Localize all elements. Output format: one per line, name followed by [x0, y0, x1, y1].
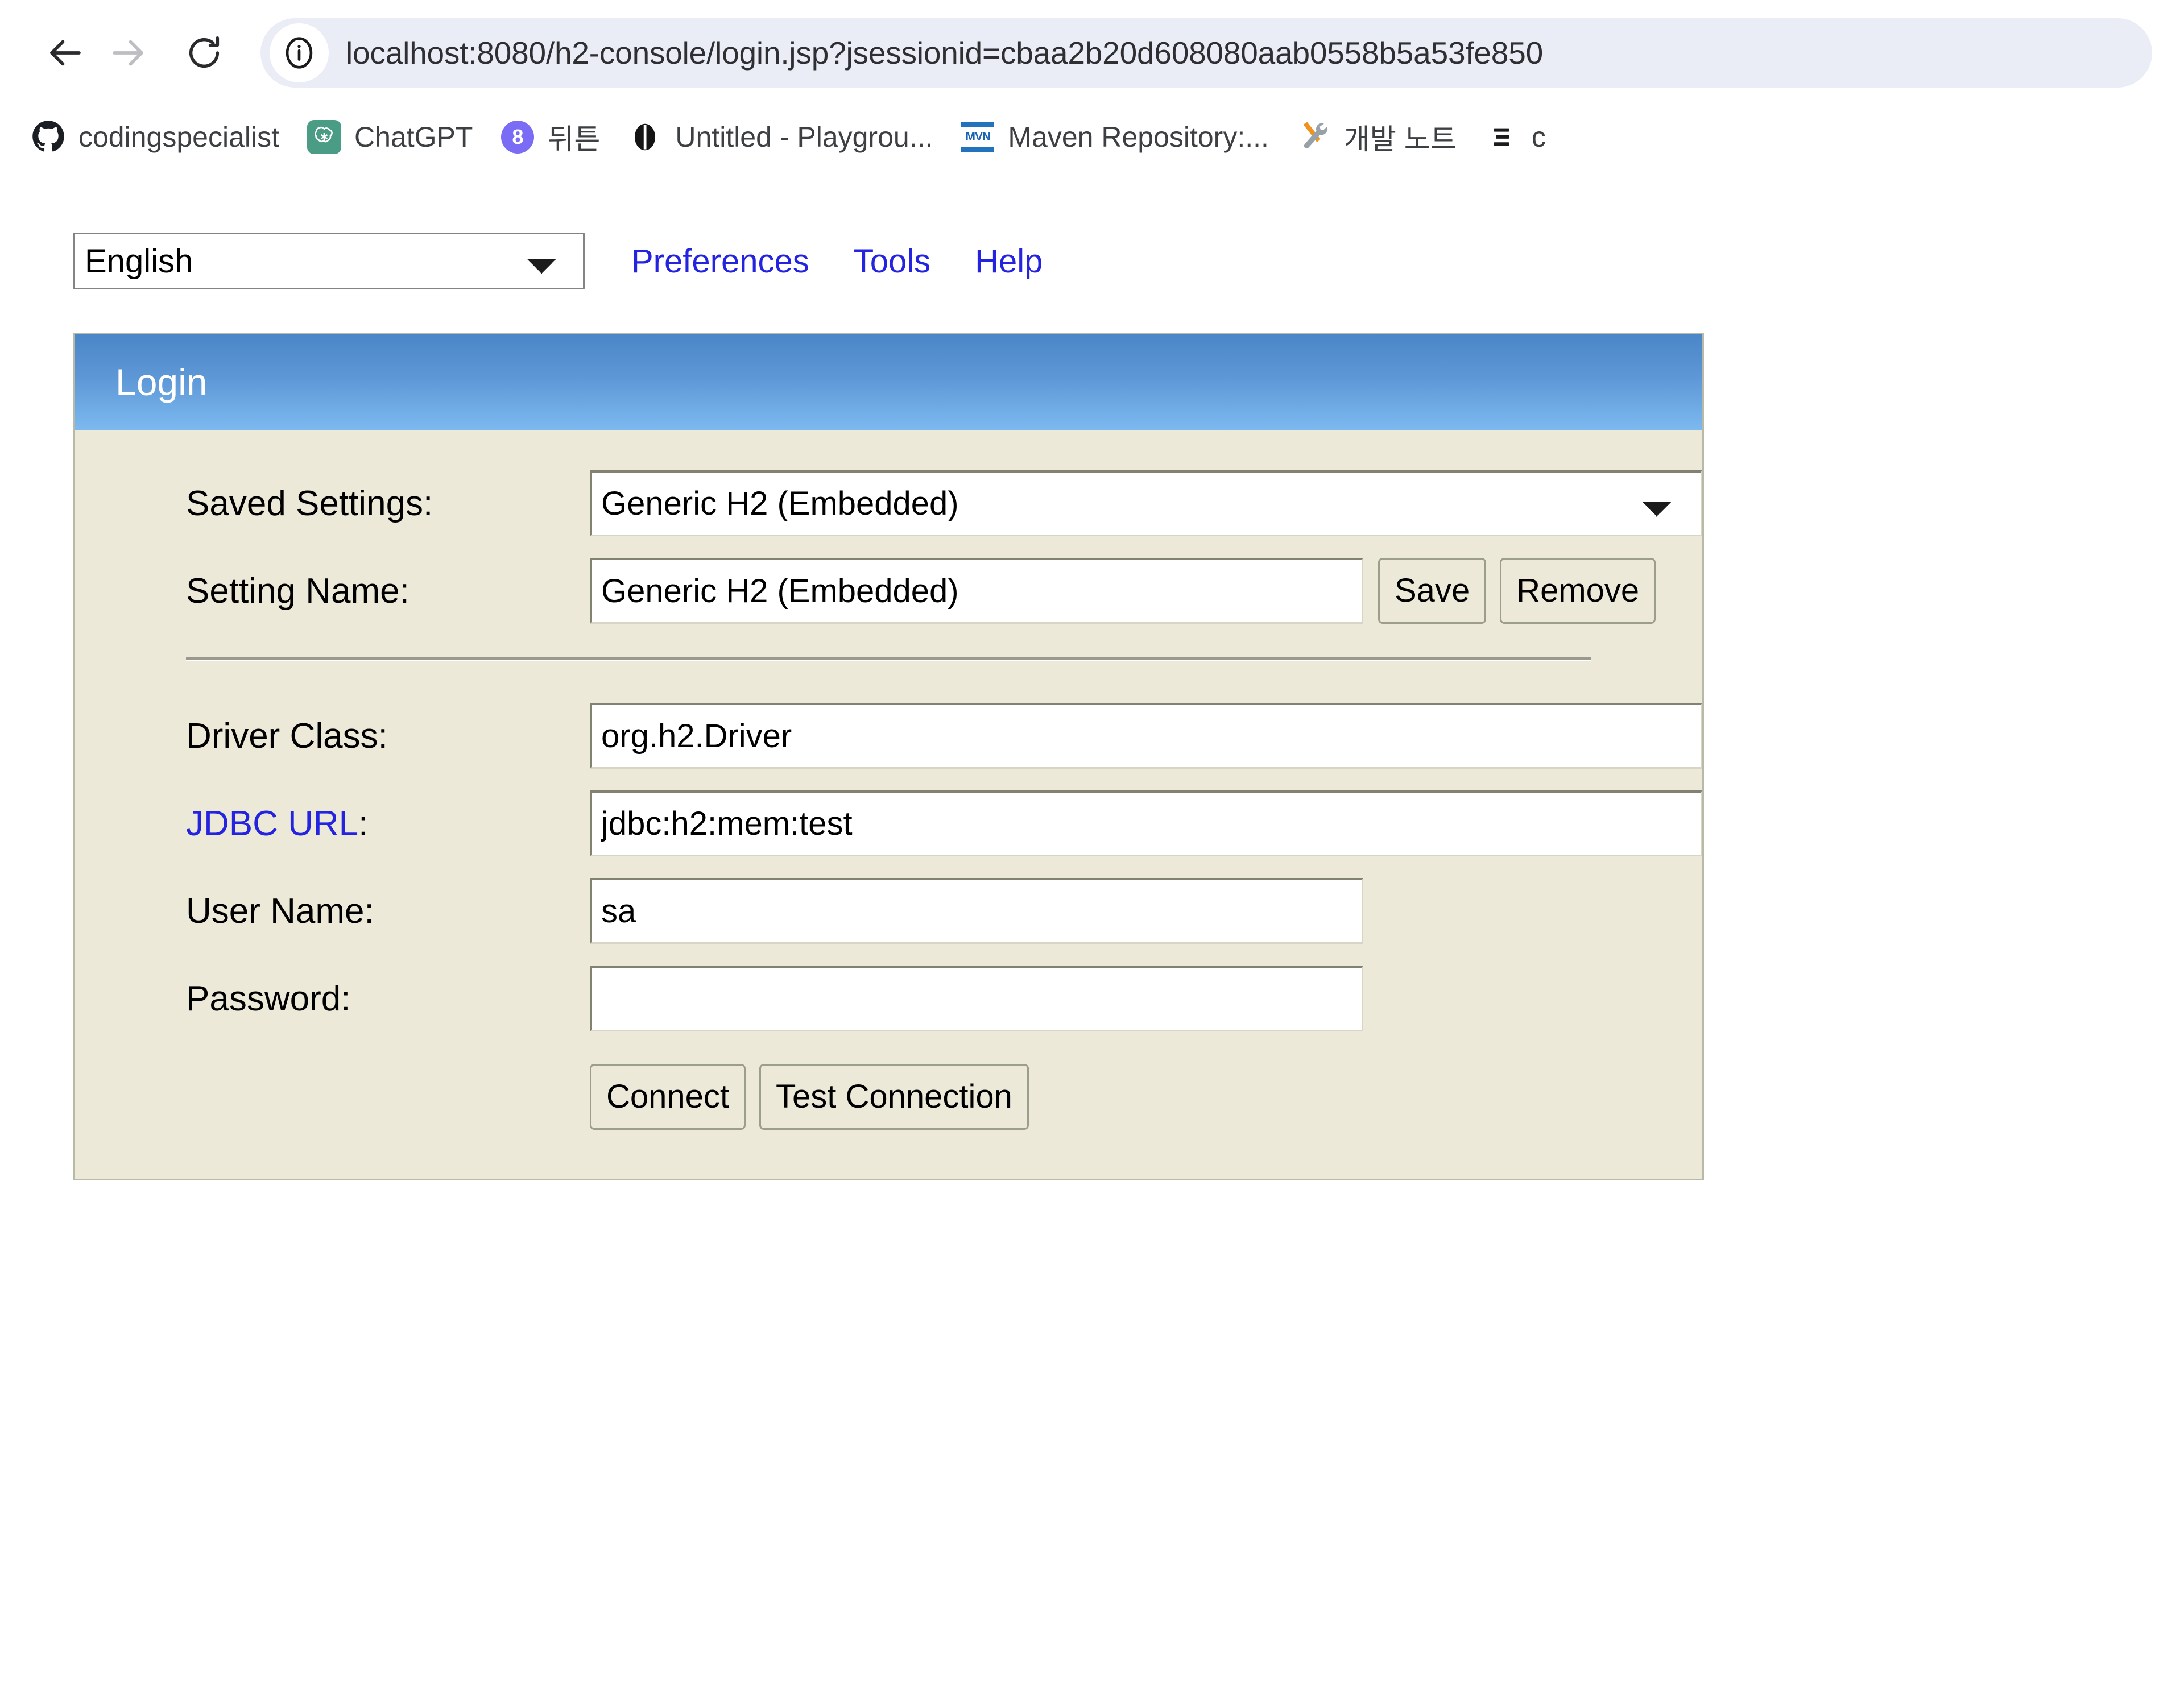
- setting-name-buttons: Save Remove: [1378, 558, 1656, 624]
- bookmark-dev-note[interactable]: 개발 노트: [1283, 112, 1470, 162]
- user-name-input[interactable]: [590, 878, 1363, 944]
- connect-button[interactable]: Connect: [590, 1064, 746, 1130]
- bookmark-label: c: [1531, 121, 1546, 153]
- maven-icon: MVN: [960, 119, 995, 155]
- h2-toolbar: English Preferences Tools Help: [73, 230, 2184, 292]
- reload-icon: [189, 36, 220, 68]
- bookmark-playground[interactable]: Untitled - Playgrou...: [614, 112, 946, 162]
- remove-button[interactable]: Remove: [1500, 558, 1656, 624]
- login-panel-header: Login: [75, 334, 1702, 430]
- bookmark-label: ChatGPT: [354, 121, 473, 153]
- tools-link[interactable]: Tools: [854, 242, 930, 280]
- saved-settings-row: Saved Settings: Generic H2 (Embedded): [75, 470, 1702, 537]
- bookmark-maven[interactable]: MVN Maven Repository:...: [946, 112, 1283, 162]
- h2-nav-links: Preferences Tools Help: [631, 242, 1087, 280]
- setting-name-input[interactable]: [590, 558, 1363, 624]
- bookmark-wrtn[interactable]: 8 뒤튼: [486, 112, 614, 162]
- driver-class-row: Driver Class:: [75, 702, 1702, 769]
- bookmark-chatgpt[interactable]: ChatGPT: [293, 112, 486, 162]
- page-title: Login: [115, 361, 208, 403]
- jdbc-url-row: JDBC URL:: [75, 790, 1702, 857]
- preferences-link[interactable]: Preferences: [631, 242, 809, 280]
- setting-name-row: Setting Name: Save Remove: [75, 557, 1702, 624]
- browser-toolbar: localhost:8080/h2-console/login.jsp?jses…: [0, 0, 2184, 105]
- login-form: Saved Settings: Generic H2 (Embedded) Se…: [75, 430, 1702, 1179]
- jdbc-url-label: JDBC URL:: [186, 803, 590, 844]
- bookmark-label: Maven Repository:...: [1008, 121, 1269, 153]
- url-text[interactable]: localhost:8080/h2-console/login.jsp?jses…: [346, 35, 1543, 71]
- language-select[interactable]: English: [73, 233, 585, 289]
- site-info-button[interactable]: [270, 23, 329, 82]
- address-bar[interactable]: localhost:8080/h2-console/login.jsp?jses…: [260, 18, 2152, 88]
- bookmarks-bar: codingspecialist ChatGPT 8 뒤튼 Untitled -…: [0, 105, 2184, 169]
- help-link[interactable]: Help: [975, 242, 1043, 280]
- login-panel: Login Saved Settings: Generic H2 (Embedd…: [73, 333, 1704, 1180]
- jdbc-url-label-suffix: :: [358, 803, 369, 843]
- jdbc-url-help-link[interactable]: JDBC URL: [186, 804, 358, 843]
- password-input[interactable]: [590, 966, 1363, 1031]
- form-divider: [186, 657, 1591, 661]
- forward-arrow-icon: [113, 40, 143, 65]
- jdbc-url-input[interactable]: [590, 790, 1702, 856]
- saved-settings-label: Saved Settings:: [186, 483, 433, 523]
- driver-class-input[interactable]: [590, 703, 1702, 769]
- back-arrow-icon: [50, 40, 81, 65]
- bookmark-label: 개발 노트: [1343, 123, 1457, 155]
- password-label: Password:: [186, 979, 351, 1018]
- setting-name-label: Setting Name:: [186, 571, 410, 611]
- h2-console-page: English Preferences Tools Help Login Sav…: [0, 169, 2184, 1180]
- bookmark-label: codingspecialist: [78, 121, 279, 153]
- save-button[interactable]: Save: [1378, 558, 1487, 624]
- bookmark-overflow[interactable]: c: [1470, 112, 1560, 162]
- driver-class-label: Driver Class:: [186, 716, 388, 756]
- tools-icon: [1296, 119, 1331, 155]
- password-row: Password:: [75, 965, 1702, 1032]
- saved-settings-select[interactable]: Generic H2 (Embedded): [590, 470, 1702, 536]
- chatgpt-icon: [307, 119, 342, 155]
- info-circle-icon: [286, 36, 313, 69]
- login-actions: Connect Test Connection: [75, 1064, 1702, 1130]
- forward-button[interactable]: [97, 22, 159, 84]
- anthropic-icon: [627, 119, 663, 155]
- user-name-row: User Name:: [75, 877, 1702, 944]
- github-icon: [31, 119, 66, 155]
- bookmark-label: Untitled - Playgrou...: [675, 121, 933, 153]
- list-icon: [1484, 119, 1519, 155]
- user-name-label: User Name:: [186, 891, 374, 931]
- reload-button[interactable]: [173, 22, 235, 84]
- test-connection-button[interactable]: Test Connection: [759, 1064, 1029, 1130]
- back-button[interactable]: [34, 22, 97, 84]
- bookmark-label: 뒤튼: [548, 123, 601, 155]
- bookmark-codingspecialist[interactable]: codingspecialist: [17, 112, 293, 162]
- wrtn-icon: 8: [500, 119, 535, 155]
